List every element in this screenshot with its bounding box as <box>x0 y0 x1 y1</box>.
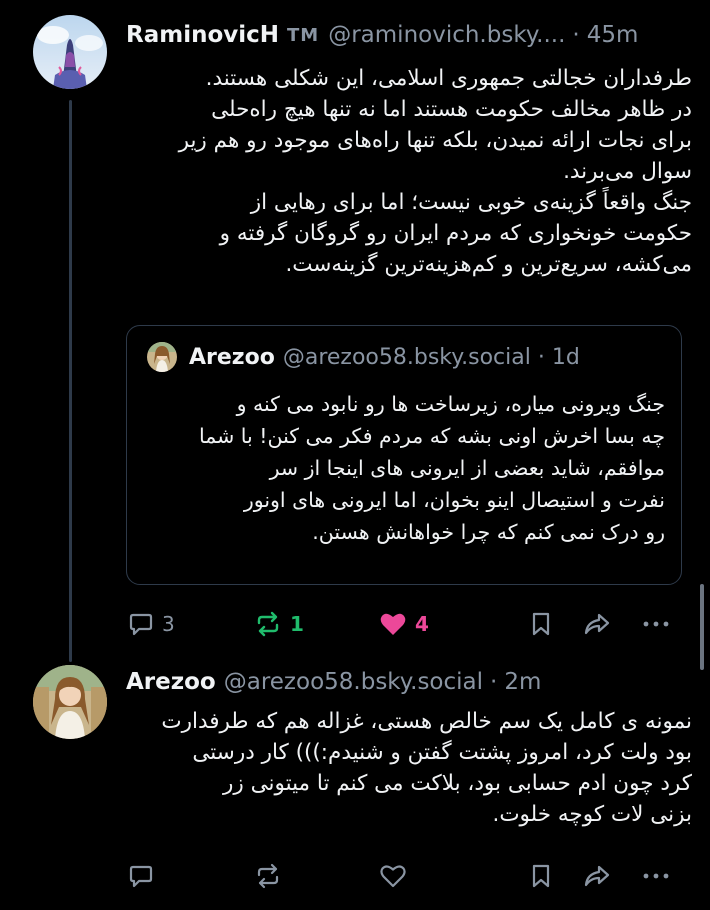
heart-outline-icon <box>379 863 407 889</box>
reply-button[interactable] <box>128 858 154 894</box>
share-icon <box>582 611 612 637</box>
post2-line: نمونه ی کامل یک سم خالص هستی، غزاله هم ک… <box>161 709 692 734</box>
more-options-button[interactable] <box>640 606 672 642</box>
reply-icon <box>128 863 154 889</box>
post1-text: طرفداران خجالتی جمهوری اسلامی، این شکلی … <box>124 63 692 280</box>
share-icon <box>582 863 612 889</box>
reply-count: 3 <box>162 612 175 636</box>
post2-line: بزنی لات کوچه خلوت. <box>492 802 692 827</box>
post2-handle[interactable]: @arezoo58.bsky.social <box>224 669 483 695</box>
like-button[interactable] <box>379 858 407 894</box>
scrollbar[interactable] <box>700 584 704 670</box>
more-options-icon <box>640 863 672 889</box>
post2-display-name[interactable]: Arezoo <box>126 669 216 695</box>
share-button[interactable] <box>582 606 612 642</box>
quote-line: موافقم، شاید بعضی از ایرونی های اینجا از… <box>269 456 665 480</box>
bookmark-button[interactable] <box>529 606 553 642</box>
quote-time: 1d <box>551 344 580 370</box>
thread-line <box>69 100 72 662</box>
more-options-button[interactable] <box>640 858 672 894</box>
quote-line: نفرت و استیصال اینو بخوان، اما ایرونی ها… <box>243 488 665 512</box>
post1-line: سوال می‌برند. <box>563 159 692 184</box>
bookmark-icon <box>529 611 553 637</box>
repost-button[interactable]: 1 <box>254 606 304 642</box>
post1-display-name[interactable]: RaminovicH <box>126 22 279 48</box>
post1-line: می‌کشه، سریع‌ترین و کم‌هزینه‌ترین گزینه‌… <box>285 252 692 277</box>
quote-line: رو درک نمی کنم که چرا خواهانش هستن. <box>312 520 665 544</box>
post1-actions: 3 1 4 <box>126 606 682 642</box>
post1-line: حکومت خونخواری که مردم ایران رو گروگان گ… <box>219 221 692 246</box>
repost-icon <box>254 863 282 889</box>
repost-count: 1 <box>290 612 304 636</box>
quote-header: Arezoo @arezoo58.bsky.social · 1d <box>147 342 580 372</box>
post1-header: RaminovicH TM @raminovich.bsky.... · 45m <box>126 18 696 52</box>
post1-time[interactable]: 45m <box>587 22 639 48</box>
post2-actions <box>126 858 682 894</box>
avatar-raminovich[interactable] <box>33 15 107 89</box>
post1-line: طرفداران خجالتی جمهوری اسلامی، این شکلی … <box>205 66 692 91</box>
quote-text: جنگ ویرونی میاره، زیرساخت ها رو نابود می… <box>145 388 665 548</box>
more-options-icon <box>640 611 672 637</box>
post2-line: بود ولت کرد، امروز پشتت گفتن و شنیدم:)))… <box>192 740 692 765</box>
quote-display-name[interactable]: Arezoo <box>189 345 275 370</box>
avatar-arezoo[interactable] <box>33 665 107 739</box>
post1-line: جنگ واقعاً گزینه‌ی خوبی نیست؛ اما برای ر… <box>250 190 692 215</box>
post1-separator: · <box>572 22 580 48</box>
post1-handle[interactable]: @raminovich.bsky.... <box>328 22 565 48</box>
bookmark-icon <box>529 863 553 889</box>
bookmark-button[interactable] <box>529 858 553 894</box>
share-button[interactable] <box>582 858 612 894</box>
quote-post[interactable]: Arezoo @arezoo58.bsky.social · 1d جنگ وی… <box>126 325 682 585</box>
like-count: 4 <box>415 612 429 636</box>
repost-icon <box>254 611 282 637</box>
quote-separator: · <box>537 344 545 370</box>
reply-button[interactable]: 3 <box>128 606 175 642</box>
heart-icon <box>379 611 407 637</box>
quote-avatar <box>147 342 177 372</box>
post2-header: Arezoo @arezoo58.bsky.social · 2m <box>126 665 696 699</box>
quote-handle[interactable]: @arezoo58.bsky.social <box>283 345 531 370</box>
post1-badge: TM <box>287 24 320 46</box>
post2-line: کرد چون ادم حسابی بود، بلاکت می کنم تا م… <box>222 771 692 796</box>
post2-text: نمونه ی کامل یک سم خالص هستی، غزاله هم ک… <box>124 706 692 830</box>
post1-line: برای نجات ارائه نمیدن، بلکه تنها راه‌های… <box>178 128 692 153</box>
post2-separator: · <box>490 669 498 695</box>
reply-icon <box>128 611 154 637</box>
quote-line: جنگ ویرونی میاره، زیرساخت ها رو نابود می… <box>236 392 665 416</box>
post2-time[interactable]: 2m <box>504 669 541 695</box>
post1-line: در ظاهر مخالف حکومت هستند اما نه تنها هی… <box>211 97 692 122</box>
like-button[interactable]: 4 <box>379 606 429 642</box>
quote-line: چه بسا اخرش اونی بشه که مردم فکر می کنن!… <box>198 424 665 448</box>
repost-button[interactable] <box>254 858 282 894</box>
